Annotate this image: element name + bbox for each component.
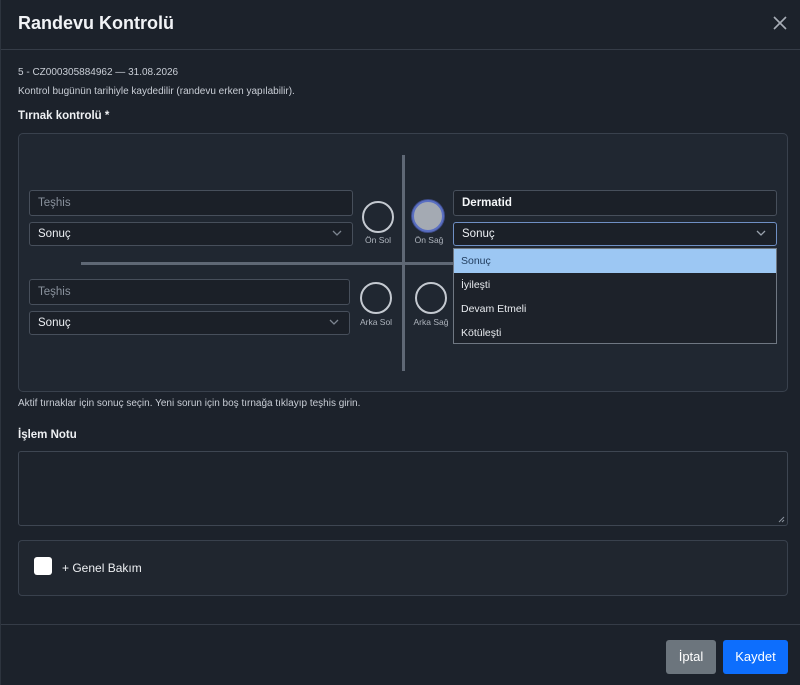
- record-info: 5 - CZ000305884962 — 31.08.2026: [18, 67, 179, 78]
- nail-label-front-left: Ön Sol: [365, 235, 391, 245]
- back-left-result-value: Sonuç: [38, 317, 71, 329]
- chevron-down-icon: [329, 319, 339, 325]
- front-right-result-select[interactable]: Sonuç: [453, 222, 777, 246]
- dropdown-option-devam-etmeli[interactable]: Devam Etmeli: [454, 297, 776, 321]
- process-note-label: İşlem Notu: [18, 429, 77, 441]
- close-icon[interactable]: [769, 12, 791, 34]
- front-left-result-value: Sonuç: [38, 228, 71, 240]
- nail-front-right[interactable]: [412, 200, 444, 232]
- modal-title: Randevu Kontrolü: [18, 13, 174, 33]
- process-note-textarea[interactable]: [18, 451, 788, 526]
- general-care-checkbox[interactable]: [34, 557, 52, 575]
- modal-footer: İptal Kaydet: [1, 624, 800, 685]
- nail-label-front-right: Ön Sağ: [414, 235, 444, 245]
- control-modal: Randevu Kontrolü 5 - CZ000305884962 — 31…: [0, 0, 800, 685]
- result-dropdown: Sonuç İyileşti Devam Etmeli Kötüleşti: [453, 248, 777, 344]
- general-care-label[interactable]: + Genel Bakım: [62, 561, 142, 575]
- save-button[interactable]: Kaydet: [723, 640, 788, 674]
- nail-back-right[interactable]: [415, 282, 447, 314]
- nail-back-left[interactable]: [360, 282, 392, 314]
- nail-label-back-right: Arka Sağ: [413, 317, 449, 327]
- front-right-result-value: Sonuç: [462, 228, 495, 240]
- front-left-diagnosis-input[interactable]: Teşhis: [29, 190, 353, 216]
- cancel-button[interactable]: İptal: [666, 640, 716, 674]
- chevron-down-icon: [332, 230, 342, 236]
- date-note: Kontrol bugünün tarihiyle kaydedilir (ra…: [18, 86, 295, 97]
- back-left-diagnosis-input[interactable]: Teşhis: [29, 279, 350, 305]
- dropdown-option-sonuc[interactable]: Sonuç: [454, 249, 776, 273]
- modal-header: Randevu Kontrolü: [1, 0, 800, 50]
- back-left-result-select[interactable]: Sonuç: [29, 311, 350, 335]
- nail-label-back-left: Arka Sol: [359, 317, 393, 327]
- chevron-down-icon: [756, 230, 766, 236]
- nail-control-label: Tırnak kontrolü *: [18, 110, 110, 122]
- nail-front-left[interactable]: [362, 201, 394, 233]
- resize-handle-icon[interactable]: [777, 515, 785, 523]
- dropdown-option-kotulesti[interactable]: Kötüleşti: [454, 321, 776, 345]
- nail-hint: Aktif tırnaklar için sonuç seçin. Yeni s…: [18, 398, 361, 409]
- general-care-box: + Genel Bakım: [18, 540, 788, 596]
- front-right-diagnosis-input[interactable]: Dermatid: [453, 190, 777, 216]
- front-left-result-select[interactable]: Sonuç: [29, 222, 353, 246]
- dropdown-option-iyilesti[interactable]: İyileşti: [454, 273, 776, 297]
